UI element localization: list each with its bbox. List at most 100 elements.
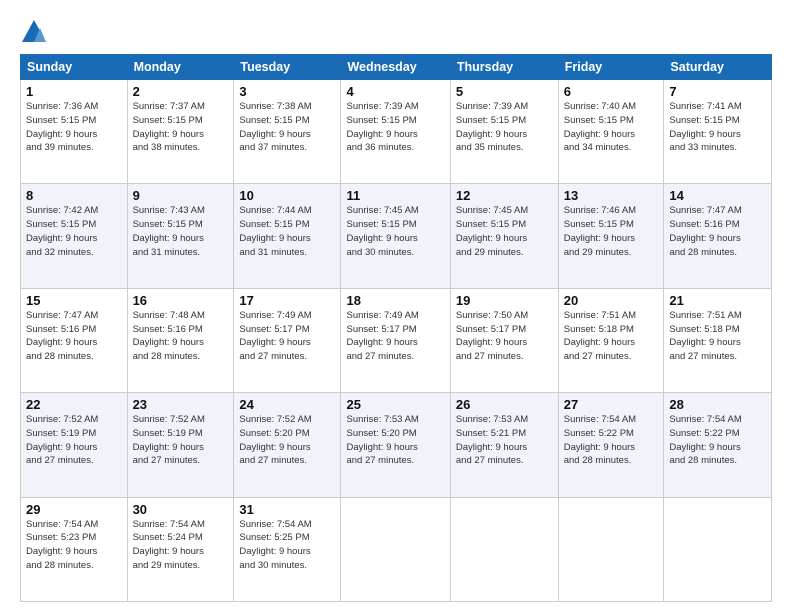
calendar-cell: [341, 497, 450, 601]
header: [20, 18, 772, 46]
day-content: Sunrise: 7:47 AM Sunset: 5:16 PM Dayligh…: [26, 309, 122, 364]
calendar-cell: 31Sunrise: 7:54 AM Sunset: 5:25 PM Dayli…: [234, 497, 341, 601]
day-number: 4: [346, 84, 444, 99]
day-number: 1: [26, 84, 122, 99]
day-content: Sunrise: 7:51 AM Sunset: 5:18 PM Dayligh…: [669, 309, 766, 364]
day-number: 30: [133, 502, 229, 517]
day-content: Sunrise: 7:41 AM Sunset: 5:15 PM Dayligh…: [669, 100, 766, 155]
calendar-cell: 22Sunrise: 7:52 AM Sunset: 5:19 PM Dayli…: [21, 393, 128, 497]
calendar-cell: 30Sunrise: 7:54 AM Sunset: 5:24 PM Dayli…: [127, 497, 234, 601]
page: SundayMondayTuesdayWednesdayThursdayFrid…: [0, 0, 792, 612]
calendar-cell: 20Sunrise: 7:51 AM Sunset: 5:18 PM Dayli…: [558, 288, 664, 392]
day-number: 24: [239, 397, 335, 412]
weekday-monday: Monday: [127, 55, 234, 80]
calendar-cell: 4Sunrise: 7:39 AM Sunset: 5:15 PM Daylig…: [341, 80, 450, 184]
day-number: 20: [564, 293, 659, 308]
day-number: 2: [133, 84, 229, 99]
week-row-5: 29Sunrise: 7:54 AM Sunset: 5:23 PM Dayli…: [21, 497, 772, 601]
calendar-cell: 17Sunrise: 7:49 AM Sunset: 5:17 PM Dayli…: [234, 288, 341, 392]
calendar-cell: 10Sunrise: 7:44 AM Sunset: 5:15 PM Dayli…: [234, 184, 341, 288]
day-content: Sunrise: 7:54 AM Sunset: 5:22 PM Dayligh…: [669, 413, 766, 468]
logo: [20, 18, 52, 46]
calendar-header: SundayMondayTuesdayWednesdayThursdayFrid…: [21, 55, 772, 80]
calendar-cell: 18Sunrise: 7:49 AM Sunset: 5:17 PM Dayli…: [341, 288, 450, 392]
day-content: Sunrise: 7:43 AM Sunset: 5:15 PM Dayligh…: [133, 204, 229, 259]
day-number: 12: [456, 188, 553, 203]
day-content: Sunrise: 7:39 AM Sunset: 5:15 PM Dayligh…: [346, 100, 444, 155]
calendar-cell: 12Sunrise: 7:45 AM Sunset: 5:15 PM Dayli…: [450, 184, 558, 288]
calendar-body: 1Sunrise: 7:36 AM Sunset: 5:15 PM Daylig…: [21, 80, 772, 602]
day-number: 14: [669, 188, 766, 203]
day-content: Sunrise: 7:47 AM Sunset: 5:16 PM Dayligh…: [669, 204, 766, 259]
calendar-cell: 25Sunrise: 7:53 AM Sunset: 5:20 PM Dayli…: [341, 393, 450, 497]
day-content: Sunrise: 7:44 AM Sunset: 5:15 PM Dayligh…: [239, 204, 335, 259]
calendar-cell: [450, 497, 558, 601]
calendar-cell: 21Sunrise: 7:51 AM Sunset: 5:18 PM Dayli…: [664, 288, 772, 392]
day-number: 5: [456, 84, 553, 99]
week-row-4: 22Sunrise: 7:52 AM Sunset: 5:19 PM Dayli…: [21, 393, 772, 497]
calendar-cell: 19Sunrise: 7:50 AM Sunset: 5:17 PM Dayli…: [450, 288, 558, 392]
calendar-cell: 23Sunrise: 7:52 AM Sunset: 5:19 PM Dayli…: [127, 393, 234, 497]
weekday-sunday: Sunday: [21, 55, 128, 80]
calendar-cell: 14Sunrise: 7:47 AM Sunset: 5:16 PM Dayli…: [664, 184, 772, 288]
calendar-cell: 7Sunrise: 7:41 AM Sunset: 5:15 PM Daylig…: [664, 80, 772, 184]
day-number: 9: [133, 188, 229, 203]
calendar-cell: 11Sunrise: 7:45 AM Sunset: 5:15 PM Dayli…: [341, 184, 450, 288]
logo-icon: [20, 18, 48, 46]
day-content: Sunrise: 7:49 AM Sunset: 5:17 PM Dayligh…: [346, 309, 444, 364]
week-row-1: 1Sunrise: 7:36 AM Sunset: 5:15 PM Daylig…: [21, 80, 772, 184]
day-number: 7: [669, 84, 766, 99]
week-row-2: 8Sunrise: 7:42 AM Sunset: 5:15 PM Daylig…: [21, 184, 772, 288]
day-content: Sunrise: 7:39 AM Sunset: 5:15 PM Dayligh…: [456, 100, 553, 155]
day-content: Sunrise: 7:54 AM Sunset: 5:22 PM Dayligh…: [564, 413, 659, 468]
day-number: 31: [239, 502, 335, 517]
day-number: 23: [133, 397, 229, 412]
day-number: 11: [346, 188, 444, 203]
calendar-cell: 16Sunrise: 7:48 AM Sunset: 5:16 PM Dayli…: [127, 288, 234, 392]
day-content: Sunrise: 7:36 AM Sunset: 5:15 PM Dayligh…: [26, 100, 122, 155]
day-number: 3: [239, 84, 335, 99]
calendar-cell: 24Sunrise: 7:52 AM Sunset: 5:20 PM Dayli…: [234, 393, 341, 497]
day-number: 19: [456, 293, 553, 308]
calendar-cell: 26Sunrise: 7:53 AM Sunset: 5:21 PM Dayli…: [450, 393, 558, 497]
day-number: 27: [564, 397, 659, 412]
calendar-cell: 6Sunrise: 7:40 AM Sunset: 5:15 PM Daylig…: [558, 80, 664, 184]
day-number: 15: [26, 293, 122, 308]
weekday-tuesday: Tuesday: [234, 55, 341, 80]
calendar-cell: [558, 497, 664, 601]
day-number: 6: [564, 84, 659, 99]
day-number: 16: [133, 293, 229, 308]
day-content: Sunrise: 7:52 AM Sunset: 5:19 PM Dayligh…: [26, 413, 122, 468]
weekday-header-row: SundayMondayTuesdayWednesdayThursdayFrid…: [21, 55, 772, 80]
day-number: 8: [26, 188, 122, 203]
day-number: 17: [239, 293, 335, 308]
day-number: 25: [346, 397, 444, 412]
day-content: Sunrise: 7:54 AM Sunset: 5:25 PM Dayligh…: [239, 518, 335, 573]
calendar-cell: 8Sunrise: 7:42 AM Sunset: 5:15 PM Daylig…: [21, 184, 128, 288]
calendar-table: SundayMondayTuesdayWednesdayThursdayFrid…: [20, 54, 772, 602]
day-content: Sunrise: 7:49 AM Sunset: 5:17 PM Dayligh…: [239, 309, 335, 364]
day-number: 18: [346, 293, 444, 308]
weekday-saturday: Saturday: [664, 55, 772, 80]
day-content: Sunrise: 7:52 AM Sunset: 5:20 PM Dayligh…: [239, 413, 335, 468]
day-number: 28: [669, 397, 766, 412]
day-number: 29: [26, 502, 122, 517]
calendar-cell: 1Sunrise: 7:36 AM Sunset: 5:15 PM Daylig…: [21, 80, 128, 184]
day-content: Sunrise: 7:54 AM Sunset: 5:23 PM Dayligh…: [26, 518, 122, 573]
day-number: 10: [239, 188, 335, 203]
day-content: Sunrise: 7:53 AM Sunset: 5:20 PM Dayligh…: [346, 413, 444, 468]
day-content: Sunrise: 7:45 AM Sunset: 5:15 PM Dayligh…: [346, 204, 444, 259]
day-number: 13: [564, 188, 659, 203]
calendar-cell: 5Sunrise: 7:39 AM Sunset: 5:15 PM Daylig…: [450, 80, 558, 184]
calendar-cell: [664, 497, 772, 601]
calendar-cell: 3Sunrise: 7:38 AM Sunset: 5:15 PM Daylig…: [234, 80, 341, 184]
day-content: Sunrise: 7:50 AM Sunset: 5:17 PM Dayligh…: [456, 309, 553, 364]
calendar-cell: 28Sunrise: 7:54 AM Sunset: 5:22 PM Dayli…: [664, 393, 772, 497]
day-content: Sunrise: 7:40 AM Sunset: 5:15 PM Dayligh…: [564, 100, 659, 155]
calendar-cell: 9Sunrise: 7:43 AM Sunset: 5:15 PM Daylig…: [127, 184, 234, 288]
day-content: Sunrise: 7:54 AM Sunset: 5:24 PM Dayligh…: [133, 518, 229, 573]
day-number: 22: [26, 397, 122, 412]
weekday-thursday: Thursday: [450, 55, 558, 80]
day-content: Sunrise: 7:42 AM Sunset: 5:15 PM Dayligh…: [26, 204, 122, 259]
day-content: Sunrise: 7:53 AM Sunset: 5:21 PM Dayligh…: [456, 413, 553, 468]
